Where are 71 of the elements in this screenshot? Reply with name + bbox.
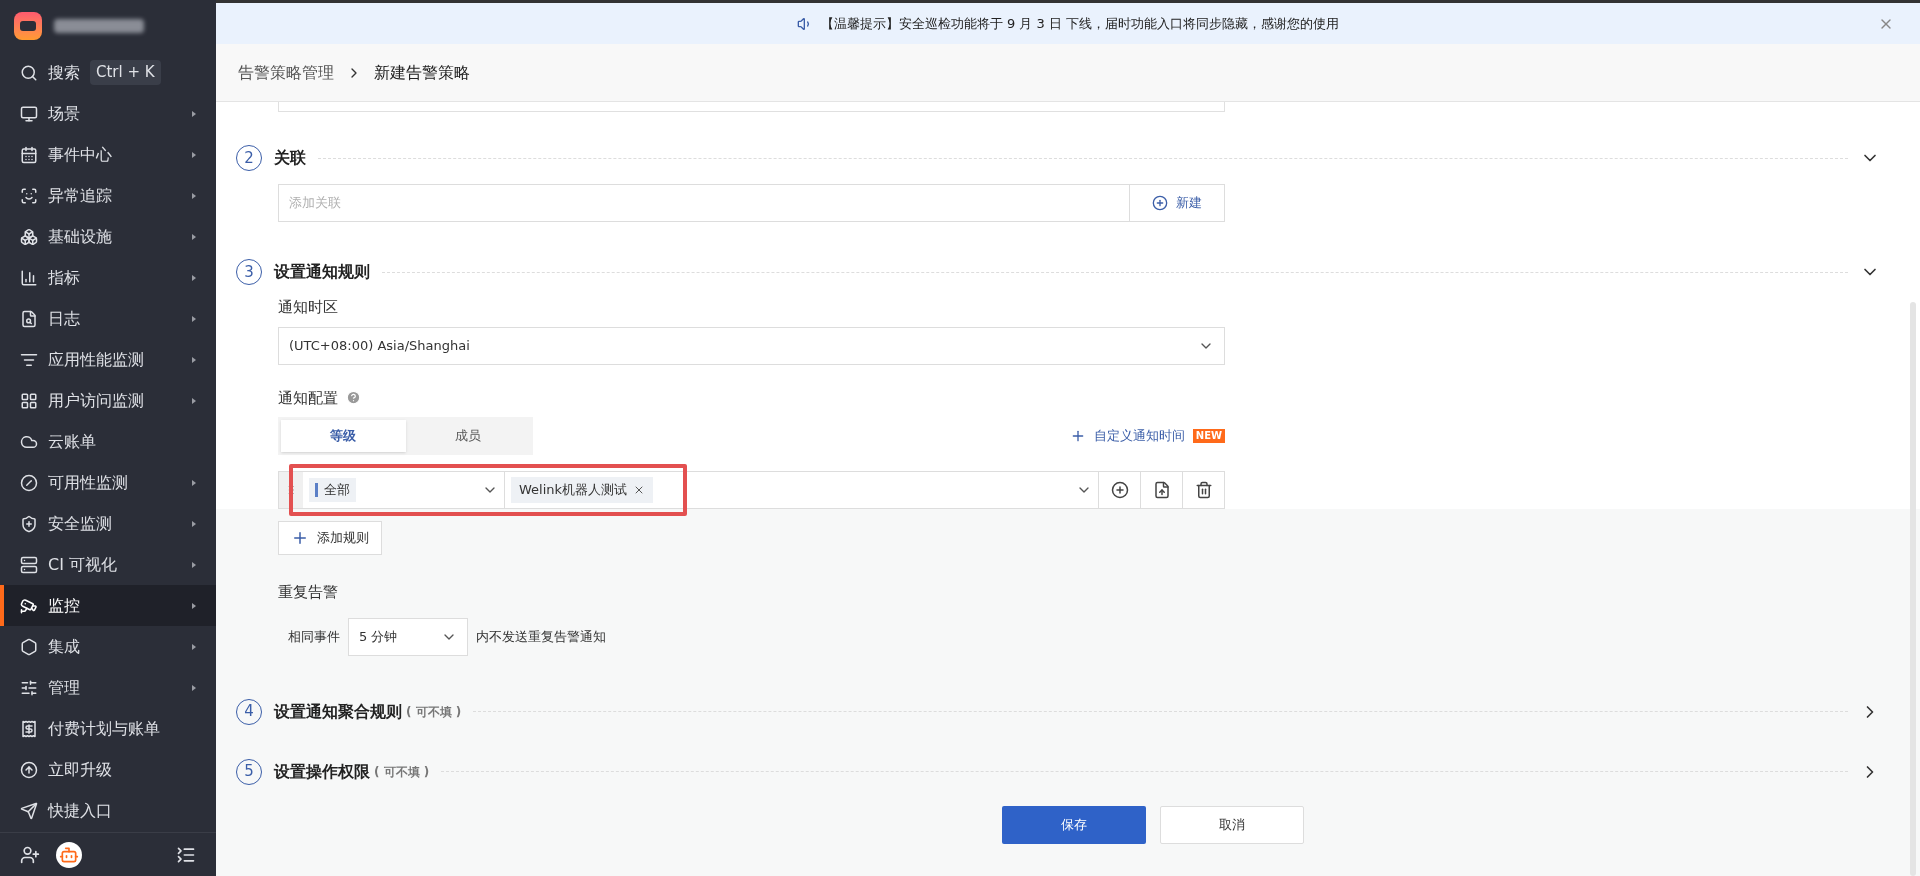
sidebar-item[interactable]: 指标 — [0, 257, 216, 298]
association-field[interactable]: 添加关联 — [278, 184, 1130, 222]
logo-icon[interactable] — [14, 12, 42, 40]
sidebar-item[interactable]: 场景 — [0, 93, 216, 134]
menu-icon — [20, 227, 38, 246]
menu-icon — [20, 186, 38, 205]
menu-icon — [20, 514, 38, 533]
tab[interactable]: 等级 — [281, 420, 406, 452]
shortcut-badge: Ctrl + K — [90, 60, 161, 85]
menu-icon — [20, 596, 38, 615]
menu-icon — [20, 678, 38, 697]
section-title: 关联 — [274, 147, 306, 169]
sidebar-item[interactable]: 可用性监测 — [0, 462, 216, 503]
tab[interactable]: 成员 — [405, 420, 530, 452]
menu-icon — [20, 801, 38, 820]
sidebar-item[interactable]: 付费计划与账单 — [0, 708, 216, 749]
section-title: 设置通知聚合规则 — [274, 700, 402, 723]
new-association-button[interactable]: 新建 — [1130, 184, 1225, 222]
optional-note: ( 可不填 ) — [374, 763, 430, 781]
breadcrumb-link[interactable]: 告警策略管理 — [238, 60, 334, 85]
sidebar-item[interactable]: 用户访问监测 — [0, 380, 216, 421]
interval-select[interactable]: 5 分钟 — [348, 617, 468, 656]
section-title: 设置操作权限 — [274, 760, 370, 783]
input-field[interactable] — [278, 102, 1225, 112]
timezone-select[interactable]: (UTC+08:00) Asia/Shanghai — [278, 326, 1225, 365]
sidebar-item[interactable]: 集成 — [0, 626, 216, 667]
field-label: 通知时区 — [278, 297, 339, 318]
sidebar-item[interactable]: CI 可视化 — [0, 544, 216, 585]
sidebar-item[interactable]: 异常追踪 — [0, 175, 216, 216]
sidebar-item[interactable]: 立即升级 — [0, 749, 216, 790]
save-button[interactable]: 保存 — [1002, 805, 1146, 844]
help-icon[interactable] — [346, 390, 361, 406]
sidebar-item[interactable]: 管理 — [0, 667, 216, 708]
plus-circle-icon — [1152, 195, 1168, 211]
sidebar-item[interactable]: 事件中心 — [0, 134, 216, 175]
custom-notify-time-link[interactable]: 自定义通知时间 — [1069, 426, 1185, 446]
menu-icon — [20, 104, 38, 123]
plus-icon — [291, 529, 309, 547]
sidebar-item[interactable]: 云账单 — [0, 421, 216, 462]
field-label: 通知配置 — [278, 387, 338, 409]
sidebar-item[interactable]: 日志 — [0, 298, 216, 339]
new-badge: NEW — [1192, 429, 1225, 443]
breadcrumb-current: 新建告警策略 — [374, 61, 470, 84]
repeat-suffix: 内不发送重复告警通知 — [476, 627, 606, 646]
collapse-sidebar-icon[interactable] — [176, 844, 196, 865]
sidebar-item[interactable]: 安全监测 — [0, 503, 216, 544]
field-label: 重复告警 — [278, 582, 339, 603]
menu-icon — [20, 145, 38, 164]
add-rule-button[interactable]: 添加规则 — [278, 521, 382, 555]
add-user-icon[interactable] — [20, 844, 40, 865]
repeat-prefix: 相同事件 — [288, 627, 340, 646]
menu-icon — [20, 391, 38, 410]
menu-icon — [20, 760, 38, 779]
scrollbar-thumb[interactable] — [1910, 302, 1916, 876]
cancel-button[interactable]: 取消 — [1160, 805, 1304, 844]
sidebar-item[interactable]: 应用性能监测 — [0, 339, 216, 380]
announcement-text: 【温馨提示】安全巡检功能将于 9 月 3 日 下线，届时功能入口将同步隐藏，感谢您的使用 — [820, 14, 1340, 33]
search-label[interactable]: 搜索 — [48, 60, 80, 85]
menu-icon — [20, 637, 38, 656]
menu-icon — [20, 309, 38, 328]
sidebar-item[interactable]: 基础设施 — [0, 216, 216, 257]
menu-icon — [20, 268, 38, 287]
robot-avatar-icon[interactable] — [56, 841, 82, 868]
menu-icon — [20, 719, 38, 738]
sidebar-item[interactable]: 快捷入口 — [0, 790, 216, 831]
menu-icon — [20, 473, 38, 492]
menu-icon — [20, 555, 38, 574]
optional-note: ( 可不填 ) — [406, 703, 462, 721]
search-icon[interactable] — [20, 63, 38, 82]
sidebar-item[interactable]: 监控 — [0, 585, 216, 626]
section-title: 设置通知规则 — [274, 261, 370, 283]
